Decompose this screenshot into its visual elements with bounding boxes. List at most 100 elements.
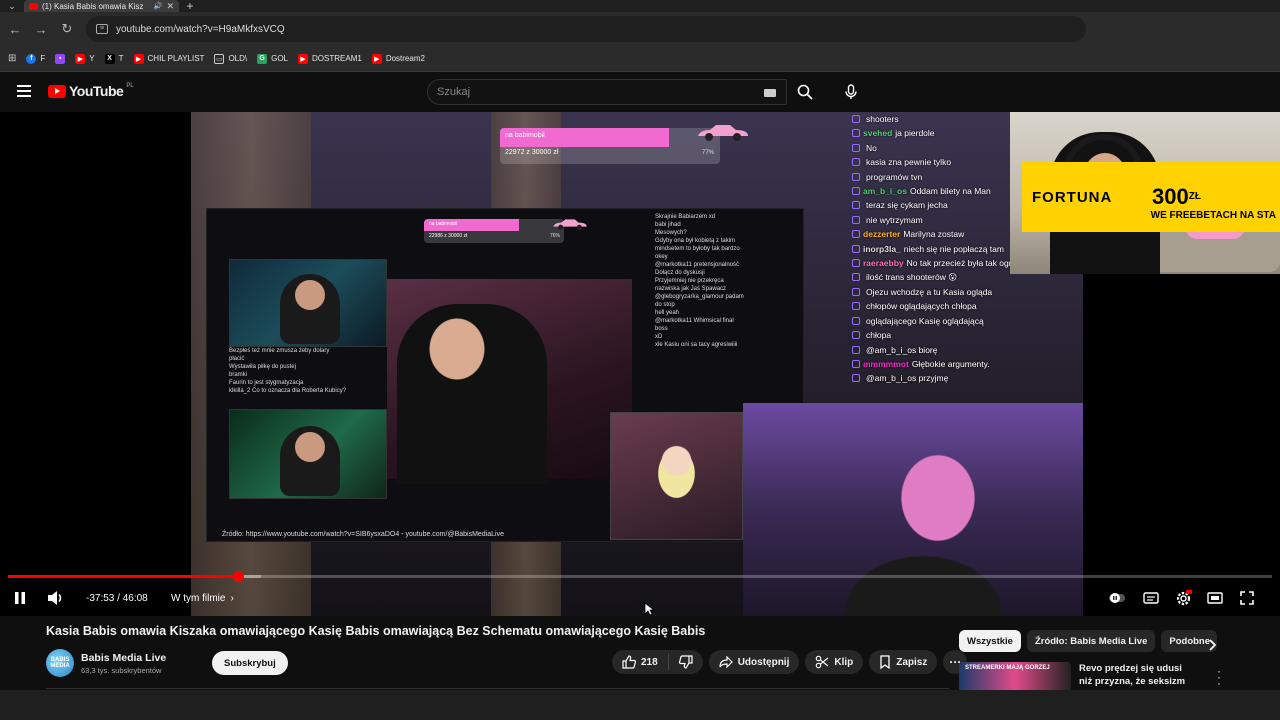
back-icon[interactable]: ← <box>8 22 22 37</box>
inner-webcam-bottom <box>229 409 387 499</box>
bookmark-chil-playlist[interactable]: ▶ CHIL PLAYLIST <box>133 53 204 64</box>
autoplay-toggle[interactable] <box>1108 588 1126 608</box>
sponsor-amount: 300ZŁ <box>1152 184 1201 209</box>
twitch-badge-icon <box>852 158 860 167</box>
twitch-badge-icon <box>852 316 860 325</box>
chat-message: chłopa <box>852 328 1083 342</box>
bookmark-youtube[interactable]: ▶ Y <box>75 53 95 64</box>
progress-bar[interactable] <box>8 571 1272 582</box>
menu-icon[interactable] <box>17 85 31 100</box>
share-icon <box>719 656 733 668</box>
inner-webcam-top <box>229 259 387 347</box>
dislike-button[interactable] <box>669 655 703 669</box>
bookmark-twitch[interactable]: ▪ <box>55 53 66 64</box>
theater-mode-button[interactable] <box>1207 588 1223 608</box>
chat-text: Oddam bilety na Man <box>909 186 991 197</box>
youtube-logo[interactable]: YouTube PL <box>48 83 134 99</box>
scrubber-handle[interactable] <box>233 571 245 582</box>
search-input[interactable] <box>437 86 757 98</box>
bookmark-x[interactable]: XT <box>104 53 124 64</box>
chapter-label: W tym filmie <box>171 592 226 604</box>
video-frame: na babimobil 22972 z 30000 zł 77% na bab… <box>191 112 1083 616</box>
pause-button[interactable] <box>13 588 27 608</box>
chat-username: raeraebby <box>863 258 904 269</box>
youtube-icon: ▶ <box>298 53 309 64</box>
voice-search-button[interactable] <box>838 79 864 105</box>
subtitles-button[interactable] <box>1143 588 1159 608</box>
donation-amount: 22972 z 30000 zł <box>505 149 559 156</box>
twitch-badge-icon <box>852 331 860 340</box>
vertical-more-icon[interactable]: · · · <box>1217 665 1221 689</box>
channel-avatar[interactable]: BABIS MEDIA <box>46 649 74 677</box>
chat-text: @am_b_i_os przyjmę <box>866 373 949 384</box>
clip-button[interactable]: Klip <box>805 650 864 674</box>
country-code: PL <box>126 83 134 89</box>
share-button[interactable]: Udostępnij <box>708 650 800 674</box>
apps-grid-icon[interactable]: ⊞ <box>8 53 16 64</box>
chapter-button[interactable]: W tym filmie › <box>171 588 234 608</box>
mute-button[interactable] <box>47 588 65 608</box>
inner-chat-line: Mesowych? <box>655 230 687 236</box>
youtube-masthead: YouTube PL <box>0 72 1280 112</box>
forward-icon[interactable]: → <box>34 22 48 37</box>
address-bar[interactable]: ≡ youtube.com/watch?v=H9aMkfxsVCQ <box>86 16 1086 42</box>
chip-all[interactable]: Wszystkie <box>959 630 1021 652</box>
bookmark-facebook[interactable]: fF <box>26 53 45 64</box>
subscriber-count: 63,3 tys. subskrybentów <box>81 665 162 675</box>
channel-name[interactable]: Babis Media Live <box>81 652 201 664</box>
bookmark-dostream1[interactable]: ▶ DOSTREAM1 <box>298 53 362 64</box>
chevron-right-icon[interactable] <box>1204 637 1220 653</box>
chat-username: mmmmmot <box>863 358 909 369</box>
bookmark-dostream2[interactable]: ▶ Dostream2 <box>371 53 425 64</box>
speaker-icon[interactable]: 🔊 <box>154 2 163 10</box>
recommended-video[interactable]: STREAMERKI MAJĄ GORZEJ Revo prędzej się … <box>959 662 1229 692</box>
inner-donation-percent: 76% <box>550 233 561 239</box>
bookmark-old-folder[interactable]: ▭ OLD\ <box>214 53 247 64</box>
browser-toolbar: ← → ↻ ≡ youtube.com/watch?v=H9aMkfxsVCQ <box>0 12 1280 46</box>
browser-tab-active[interactable]: (1) Kasia Babis omawia Kisz 🔊 ✕ <box>24 0 179 12</box>
recommended-title[interactable]: Revo prędzej się udusi niż przyzna, że s… <box>1079 662 1189 692</box>
inner-chat-left: Bezpłeś też mnie zmusza żeby dolary płaci… <box>229 347 387 395</box>
url-text: youtube.com/watch?v=H9aMkfxsVCQ <box>116 23 285 35</box>
gear-icon <box>1176 589 1192 605</box>
like-count: 218 <box>641 656 658 668</box>
subscribe-button[interactable]: Subskrybuj <box>212 651 288 675</box>
site-info-icon[interactable]: ≡ <box>96 24 108 34</box>
keyboard-icon[interactable] <box>764 89 776 97</box>
like-button[interactable]: 218 <box>612 655 668 669</box>
chat-text: chłopa <box>866 330 892 341</box>
reload-icon[interactable]: ↻ <box>60 21 74 37</box>
mouse-cursor-icon <box>644 602 654 616</box>
settings-button[interactable] <box>1175 588 1192 608</box>
save-button[interactable]: Zapisz <box>869 650 938 674</box>
sponsor-logo: FORTUNA <box>1032 188 1113 206</box>
chat-message: Ojezu wchodzę a tu Kasia ogląda <box>852 285 1083 299</box>
bookmark-gol[interactable]: G GOL <box>257 53 288 64</box>
fullscreen-button[interactable] <box>1240 588 1254 608</box>
twitch-badge-icon <box>852 172 860 181</box>
tab-search-icon[interactable]: ⌄ <box>0 0 24 12</box>
taskbar-strip <box>0 690 1280 720</box>
chat-text: No <box>866 142 877 153</box>
inner-chat-line: @markotka11 pretensjonalność <box>655 262 740 268</box>
inner-chat-line: bramki <box>229 372 248 378</box>
inner-donation-label: na babimobil <box>429 221 458 227</box>
time-display: -37:53 / 46:08 <box>86 592 148 604</box>
twitch-badge-icon <box>852 374 860 383</box>
new-tab-button[interactable]: + <box>179 0 201 12</box>
video-player[interactable]: na babimobil 22972 z 30000 zł 77% na bab… <box>0 112 1280 616</box>
inner-chat-line: @markotka11 Whimsical final <box>655 318 734 324</box>
tab-close-icon[interactable]: ✕ <box>166 1 174 12</box>
search-button[interactable] <box>787 79 823 105</box>
chat-text: @am_b_i_os biorę <box>866 344 938 355</box>
inner-chat-line: Skrajnie Babiarzem xd <box>655 214 716 220</box>
chat-text: nie wytrzymam <box>866 214 923 225</box>
inner-chat-right: Skrajnie Babiarzem xd babi jihad Mesowych?… <box>655 213 803 349</box>
inner-chat-line: Bezpłeś też mnie zmusza żeby dolary <box>229 348 330 354</box>
chip-source[interactable]: Źródło: Babis Media Live <box>1026 630 1156 652</box>
twitch-badge-icon <box>852 259 860 268</box>
twitch-badge-icon <box>852 302 860 311</box>
fullscreen-icon <box>1240 591 1254 605</box>
chat-text: Marilyna zostaw <box>903 229 965 240</box>
recommended-thumbnail[interactable]: STREAMERKI MAJĄ GORZEJ <box>959 662 1071 692</box>
